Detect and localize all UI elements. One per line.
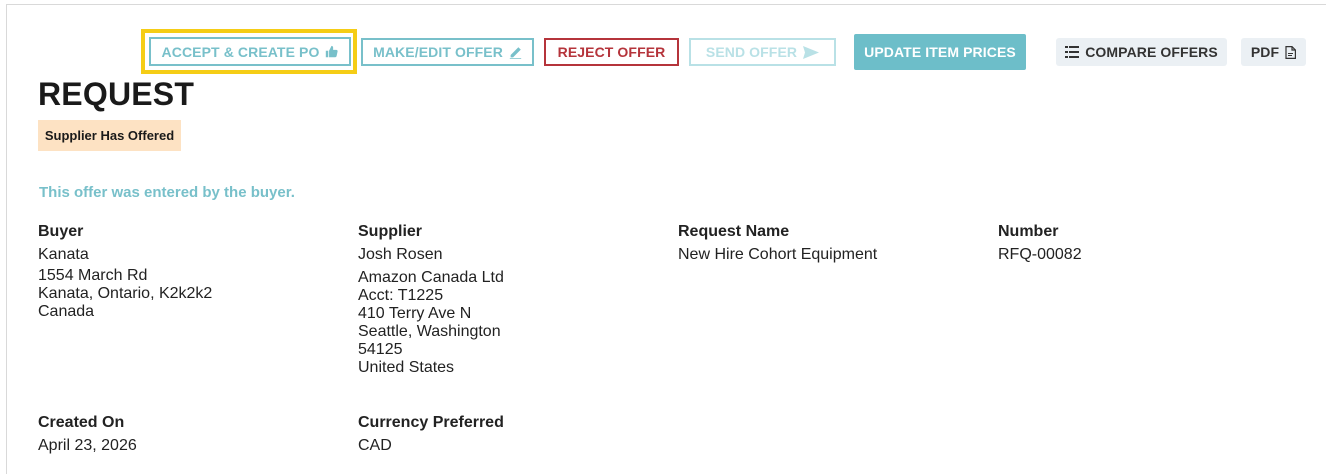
request-name-section: Request Name New Hire Cohort Equipment — [678, 223, 877, 264]
accept-create-po-label: ACCEPT & CREATE PO — [161, 43, 320, 60]
buyer-label: Buyer — [38, 223, 84, 240]
pencil-icon — [509, 46, 522, 59]
reject-offer-button[interactable]: REJECT OFFER — [544, 38, 679, 66]
supplier-city-state: Seattle, Washington — [358, 323, 501, 340]
supplier-account: Acct: T1225 — [358, 287, 444, 304]
supplier-postal: 54125 — [358, 341, 403, 358]
send-offer-label: SEND OFFER — [705, 44, 798, 60]
buyer-entered-note: This offer was entered by the buyer. — [39, 184, 295, 201]
send-offer-button[interactable]: SEND OFFER — [689, 38, 836, 66]
buyer-section: Buyer Kanata 1554 March Rd Kanata, Ontar… — [38, 223, 212, 321]
buyer-address-line1: 1554 March Rd — [38, 267, 148, 284]
buyer-address-line2: Kanata, Ontario, K2k2k2 — [38, 285, 213, 302]
update-item-prices-button[interactable]: UPDATE ITEM PRICES — [854, 34, 1026, 70]
currency-label: Currency Preferred — [358, 414, 504, 431]
supplier-contact: Josh Rosen — [358, 246, 443, 263]
pdf-label: PDF — [1250, 44, 1280, 60]
currency-section: Currency Preferred CAD — [358, 414, 504, 455]
created-on-value: April 23, 2026 — [38, 437, 137, 454]
make-edit-offer-button[interactable]: MAKE/EDIT OFFER — [361, 38, 534, 66]
supplier-company: Amazon Canada Ltd — [358, 269, 504, 286]
send-icon — [803, 45, 820, 59]
status-badge: Supplier Has Offered — [38, 120, 181, 151]
accept-create-po-button[interactable]: ACCEPT & CREATE PO — [149, 37, 351, 66]
request-name-value: New Hire Cohort Equipment — [678, 246, 878, 263]
thumbs-up-icon — [325, 45, 339, 58]
compare-offers-button[interactable]: COMPARE OFFERS — [1056, 38, 1227, 66]
list-icon — [1065, 46, 1080, 58]
supplier-label: Supplier — [358, 223, 423, 240]
buyer-country: Canada — [38, 303, 95, 320]
number-section: Number RFQ-00082 — [998, 223, 1082, 264]
currency-value: CAD — [358, 437, 392, 454]
pdf-file-icon — [1285, 45, 1297, 59]
make-edit-offer-label: MAKE/EDIT OFFER — [373, 44, 503, 60]
pdf-button[interactable]: PDF — [1241, 38, 1306, 66]
supplier-country: United States — [358, 359, 455, 376]
update-item-prices-label: UPDATE ITEM PRICES — [864, 44, 1016, 60]
reject-offer-label: REJECT OFFER — [557, 44, 666, 60]
buyer-name: Kanata — [38, 246, 89, 263]
compare-offers-label: COMPARE OFFERS — [1085, 44, 1218, 60]
number-value: RFQ-00082 — [998, 246, 1082, 263]
supplier-address-line1: 410 Terry Ave N — [358, 305, 472, 322]
request-name-label: Request Name — [678, 223, 790, 240]
number-label: Number — [998, 223, 1059, 240]
created-on-label: Created On — [38, 414, 125, 431]
created-on-section: Created On April 23, 2026 — [38, 414, 137, 455]
page-title: REQUEST — [38, 76, 195, 112]
supplier-section: Supplier Josh Rosen Amazon Canada Ltd Ac… — [358, 223, 504, 377]
